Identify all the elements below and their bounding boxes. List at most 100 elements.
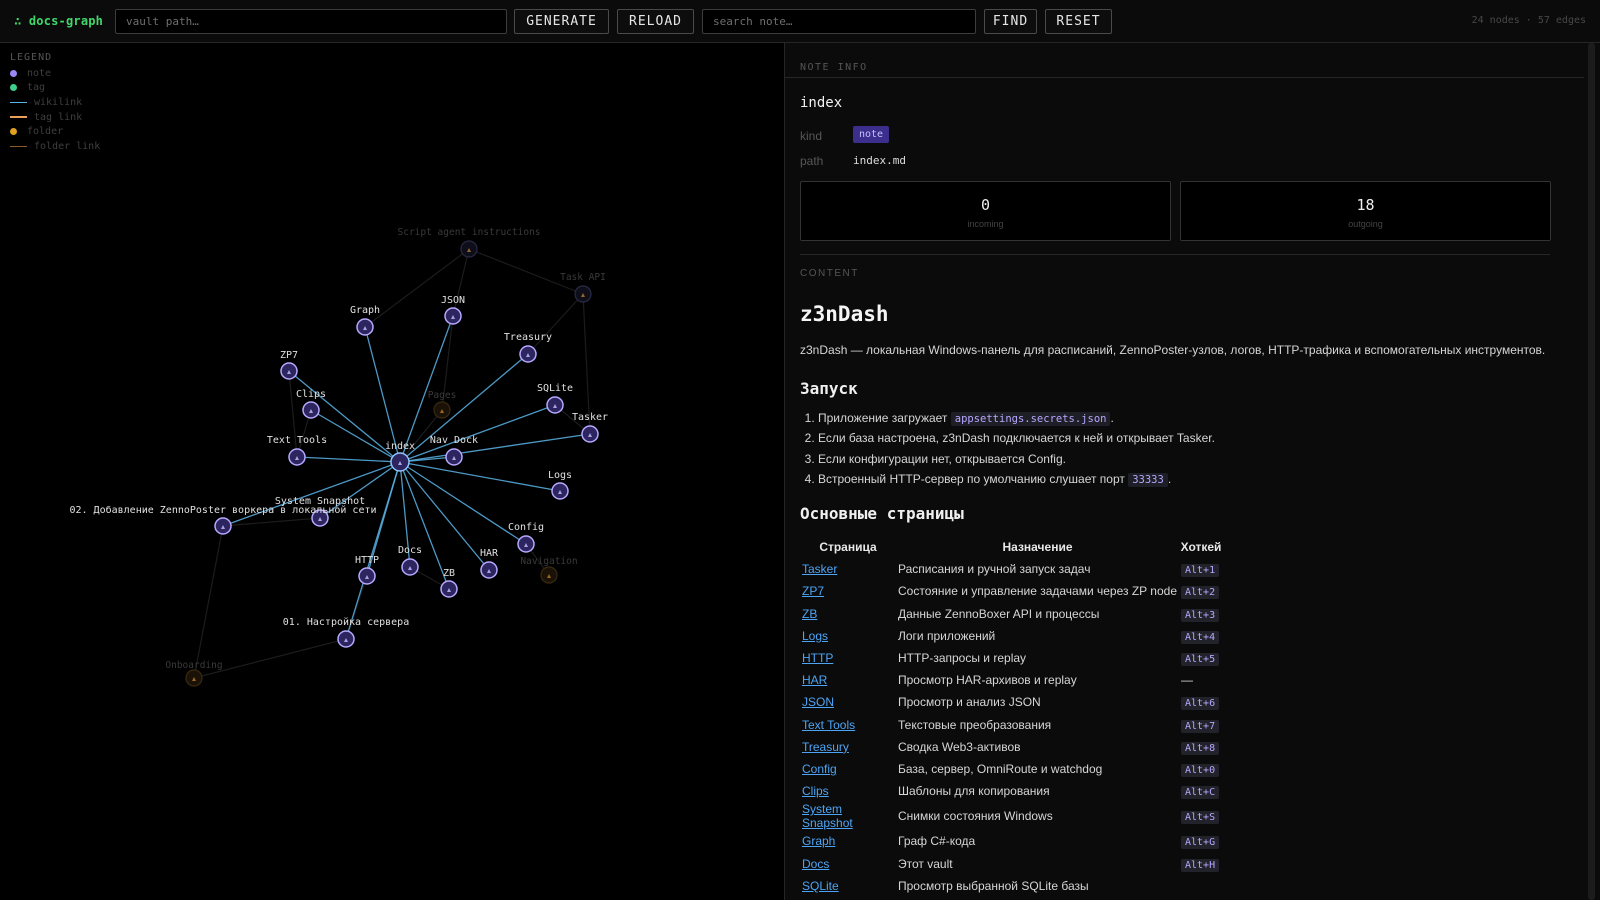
hotkey-badge: Alt+3 bbox=[1181, 608, 1220, 622]
graph-node[interactable]: Task API bbox=[560, 272, 606, 303]
page-link[interactable]: ZB bbox=[802, 607, 817, 621]
page-link[interactable]: HAR bbox=[802, 673, 827, 687]
graph-node[interactable]: Docs bbox=[398, 545, 422, 576]
node-label: Docs bbox=[398, 545, 422, 556]
purpose-cell: База, сервер, OmniRoute и watchdog bbox=[898, 761, 1103, 776]
generate-button[interactable]: GENERATE bbox=[514, 9, 609, 34]
graph-edge-faint bbox=[193, 638, 347, 679]
reload-button[interactable]: RELOAD bbox=[617, 9, 694, 34]
incoming-label: incoming bbox=[967, 219, 1004, 229]
graph-node[interactable]: Config bbox=[508, 522, 544, 553]
graph-node[interactable]: 02. Добавление ZennoPoster воркера в лок… bbox=[69, 504, 377, 535]
page-link[interactable]: Tasker bbox=[802, 562, 837, 576]
graph-node[interactable]: SQLite bbox=[537, 383, 573, 414]
graph-stats: 24 nodes · 57 edges bbox=[1471, 15, 1586, 26]
node-label: Text Tools bbox=[267, 435, 327, 446]
hotkey-cell: Alt+5 bbox=[1179, 647, 1223, 669]
page-link[interactable]: Treasury bbox=[802, 740, 849, 754]
graph-node[interactable]: Tasker bbox=[572, 412, 608, 443]
inline-code: appsettings.secrets.json bbox=[950, 412, 1111, 426]
hotkey-cell: Alt+H bbox=[1179, 852, 1223, 874]
reset-button[interactable]: RESET bbox=[1045, 9, 1112, 34]
page-cell: Clips bbox=[800, 780, 896, 802]
page-link[interactable]: Config bbox=[802, 762, 837, 776]
find-button[interactable]: FIND bbox=[984, 9, 1037, 34]
node-label: JSON bbox=[441, 295, 465, 306]
purpose-cell: Расписания и ручной запуск задач bbox=[898, 562, 1091, 577]
node-label: Graph bbox=[350, 305, 380, 316]
hotkey-badge: Alt+H bbox=[1181, 858, 1220, 872]
page-link[interactable]: System Snapshot bbox=[802, 802, 853, 830]
legend-item: folder link bbox=[10, 139, 100, 154]
graph-node[interactable]: JSON bbox=[441, 295, 465, 325]
page-link[interactable]: JSON bbox=[802, 695, 834, 709]
path-value: index.md bbox=[853, 154, 906, 167]
scrollbar-thumb[interactable] bbox=[1588, 43, 1595, 900]
page-link[interactable]: Graph bbox=[802, 834, 835, 848]
legend-item: note bbox=[10, 66, 100, 81]
table-row: Config База, сервер, OmniRoute и watchdog… bbox=[800, 758, 1223, 780]
header-page: Страница bbox=[819, 540, 877, 555]
outgoing-label: outgoing bbox=[1348, 219, 1383, 229]
graph-node[interactable]: ZP7 bbox=[280, 350, 298, 380]
legend-item: tag link bbox=[10, 110, 100, 125]
graph-node[interactable]: Treasury bbox=[504, 332, 552, 363]
graph-node[interactable]: Script agent instructions bbox=[398, 227, 541, 258]
hotkey-badge: Alt+S bbox=[1181, 811, 1220, 825]
table-row: ZP7 Состояние и управление задачами через… bbox=[800, 580, 1223, 602]
header-hotkey: Хоткей bbox=[1180, 540, 1222, 555]
pages-heading: Основные страницы bbox=[800, 504, 964, 524]
note-info-title: NOTE INFO bbox=[800, 62, 868, 73]
page-cell: Config bbox=[800, 758, 896, 780]
page-cell: HAR bbox=[800, 669, 896, 691]
vault-path-input[interactable] bbox=[115, 9, 507, 34]
purpose-cell: Сводка Web3-активов bbox=[898, 739, 1021, 754]
kind-label: kind bbox=[800, 129, 823, 143]
node-label: Clips bbox=[296, 389, 326, 400]
hotkey-cell: Alt+G bbox=[1179, 830, 1223, 852]
outgoing-stat: 18 outgoing bbox=[1180, 181, 1551, 241]
page-link[interactable]: ZP7 bbox=[802, 584, 824, 598]
search-note-input[interactable] bbox=[702, 9, 976, 34]
page-link[interactable]: Text Tools bbox=[802, 718, 855, 732]
page-link[interactable]: Logs bbox=[802, 629, 828, 643]
graph-edge-faint bbox=[222, 517, 321, 527]
purpose-cell: Граф C#-кода bbox=[898, 834, 976, 849]
page-cell: Docs bbox=[800, 852, 896, 874]
note-name: index bbox=[800, 95, 843, 111]
graph-node[interactable]: Text Tools bbox=[267, 435, 327, 466]
page-link[interactable]: SQLite bbox=[802, 879, 839, 893]
hotkey-cell: — bbox=[1181, 673, 1193, 688]
graph-canvas[interactable]: index Graph JSON ZP7 Clips Treasury SQLite Task… bbox=[0, 43, 784, 900]
graph-node[interactable]: Navigation bbox=[520, 556, 578, 584]
panel-scrollbar[interactable] bbox=[1584, 43, 1600, 900]
table-row: ZB Данные ZennoBoxer API и процессы Alt+3 bbox=[800, 603, 1223, 625]
hotkey-cell: Alt+8 bbox=[1179, 736, 1223, 758]
graph-node[interactable]: Clips bbox=[296, 389, 326, 419]
graph-node[interactable]: Pages bbox=[428, 390, 457, 419]
inline-code: 33333 bbox=[1128, 472, 1168, 487]
graph-node[interactable]: HTTP bbox=[355, 555, 379, 585]
graph-node[interactable]: 01. Настройка сервера bbox=[283, 616, 409, 648]
page-link[interactable]: Docs bbox=[802, 857, 829, 871]
purpose-cell: Логи приложений bbox=[898, 628, 996, 643]
graph-node[interactable]: Nav Dock bbox=[430, 435, 478, 466]
table-row: Text Tools Текстовые преобразования Alt+7 bbox=[800, 714, 1223, 736]
table-row: Graph Граф C#-кода Alt+G bbox=[800, 830, 1223, 852]
hotkey-cell: Alt+S bbox=[1179, 802, 1223, 830]
purpose-cell: Просмотр HAR-архивов и replay bbox=[898, 673, 1077, 688]
incoming-stat: 0 incoming bbox=[800, 181, 1171, 241]
legend-item: folder bbox=[10, 124, 100, 139]
purpose-cell: Этот vault bbox=[898, 856, 953, 871]
graph-node[interactable]: Logs bbox=[548, 470, 572, 500]
purpose-cell: Просмотр выбранной SQLite базы bbox=[898, 878, 1089, 893]
node-label: Treasury bbox=[504, 332, 552, 343]
hotkey-cell: Alt+6 bbox=[1179, 691, 1223, 713]
graph-svg[interactable]: index Graph JSON ZP7 Clips Treasury SQLite Task… bbox=[0, 43, 784, 900]
hotkey-cell: Alt+1 bbox=[1179, 558, 1223, 580]
page-link[interactable]: Clips bbox=[802, 784, 829, 798]
graph-node[interactable]: ZB bbox=[440, 568, 458, 598]
page-link[interactable]: HTTP bbox=[802, 651, 833, 665]
graph-node[interactable]: Graph bbox=[350, 305, 380, 336]
page-cell: SQLite bbox=[800, 875, 896, 897]
